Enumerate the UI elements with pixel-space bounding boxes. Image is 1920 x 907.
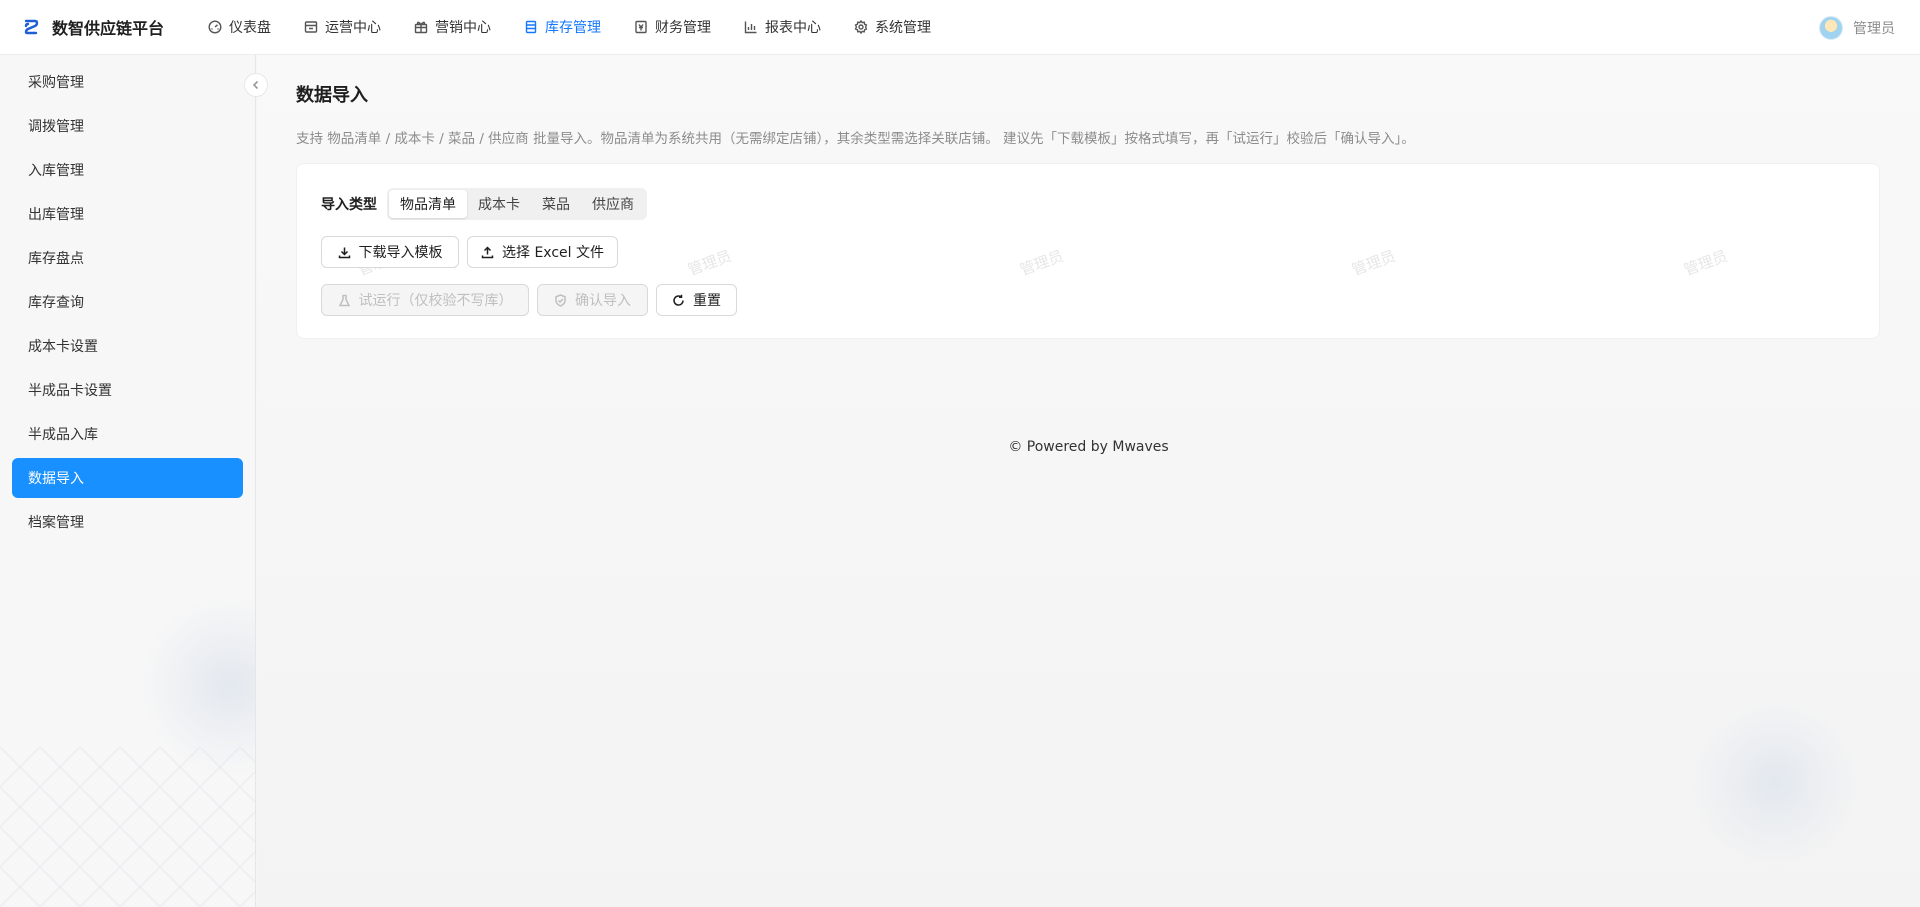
nav-item-label: 仪表盘 — [229, 20, 271, 36]
download-icon — [338, 247, 350, 258]
copyright-icon: © — [1008, 439, 1023, 455]
dry-run-label: 试运行（仅校验不写库） — [358, 293, 513, 309]
sidebar-item-semi-product-card[interactable]: 半成品卡设置 — [12, 370, 243, 410]
nav-item-label: 库存管理 — [545, 20, 601, 36]
flask-icon — [338, 294, 350, 306]
sidebar-decoration-pattern — [0, 747, 255, 907]
main-decoration-glow — [1690, 697, 1860, 867]
confirm-import-label: 确认导入 — [575, 293, 631, 309]
import-type-label: 导入类型 — [321, 197, 377, 213]
import-type-dish[interactable]: 菜品 — [531, 190, 581, 218]
sidebar-menu: 采购管理 调拨管理 入库管理 出库管理 库存盘点 库存查询 成本卡设置 半成品卡… — [0, 55, 255, 542]
nav-item-label: 系统管理 — [875, 20, 931, 36]
import-type-supplier[interactable]: 供应商 — [581, 190, 645, 218]
user-name: 管理员 — [1853, 20, 1895, 37]
confirm-import-button[interactable]: 确认导入 — [537, 284, 648, 316]
nav-item-label: 营销中心 — [435, 20, 491, 36]
store-icon — [304, 21, 318, 33]
finance-icon — [635, 20, 647, 34]
chevron-left-icon — [252, 80, 259, 90]
inventory-icon — [525, 20, 537, 34]
sidebar-item-stocktake[interactable]: 库存盘点 — [12, 238, 243, 278]
nav-item-inventory[interactable]: 库存管理 — [524, 0, 601, 55]
reload-icon — [673, 294, 684, 306]
brand[interactable]: 数智供应链平台 — [22, 15, 182, 39]
nav-item-label: 报表中心 — [765, 20, 821, 36]
sidebar-item-cost-card[interactable]: 成本卡设置 — [12, 326, 243, 366]
download-template-button[interactable]: 下载导入模板 — [321, 236, 459, 268]
nav-item-marketing[interactable]: 营销中心 — [414, 0, 491, 55]
gear-icon — [854, 20, 868, 34]
bar-chart-icon — [744, 21, 757, 34]
watermark: 管理员 — [1017, 246, 1066, 280]
sidebar-item-inbound[interactable]: 入库管理 — [12, 150, 243, 190]
upload-icon — [481, 245, 494, 258]
main-nav: 仪表盘 运营中心 营销中心 库存管理 财务管理 报表中心 系统管理 — [208, 0, 964, 55]
nav-item-finance[interactable]: 财务管理 — [634, 0, 711, 55]
sidebar-item-transfer[interactable]: 调拨管理 — [12, 106, 243, 146]
sidebar-item-semi-product-inbound[interactable]: 半成品入库 — [12, 414, 243, 454]
gift-icon — [414, 21, 428, 34]
watermark: 管理员 — [685, 246, 734, 280]
import-type-item-list[interactable]: 物品清单 — [389, 190, 467, 218]
nav-item-label: 运营中心 — [325, 20, 381, 36]
main-content: 数据导入 支持 物品清单 / 成本卡 / 菜品 / 供应商 批量导入。物品清单为… — [257, 55, 1920, 907]
nav-item-dashboard[interactable]: 仪表盘 — [208, 0, 271, 55]
select-excel-label: 选择 Excel 文件 — [502, 245, 604, 261]
watermark: 管理员 — [1681, 246, 1730, 280]
user-menu[interactable]: 管理员 — [1819, 0, 1895, 55]
shield-check-icon — [555, 293, 566, 307]
sidebar-collapse-button[interactable] — [244, 73, 268, 97]
reset-label: 重置 — [693, 293, 721, 309]
import-type-selector: 物品清单 成本卡 菜品 供应商 — [387, 188, 647, 220]
footer-text: Powered by Mwaves — [1026, 439, 1169, 455]
sidebar: 采购管理 调拨管理 入库管理 出库管理 库存盘点 库存查询 成本卡设置 半成品卡… — [0, 55, 256, 907]
sidebar-item-archive[interactable]: 档案管理 — [12, 502, 243, 542]
nav-item-system[interactable]: 系统管理 — [854, 0, 931, 55]
page-description: 支持 物品清单 / 成本卡 / 菜品 / 供应商 批量导入。物品清单为系统共用（… — [296, 131, 1415, 147]
brand-logo-icon — [24, 19, 39, 35]
dashboard-icon — [208, 20, 222, 34]
nav-item-reports[interactable]: 报表中心 — [744, 0, 821, 55]
import-type-row: 导入类型 物品清单 成本卡 菜品 供应商 — [321, 188, 647, 220]
dry-run-button[interactable]: 试运行（仅校验不写库） — [321, 284, 529, 316]
download-template-label: 下载导入模板 — [358, 245, 443, 261]
footer: © Powered by Mwaves — [257, 439, 1920, 455]
import-type-cost-card[interactable]: 成本卡 — [467, 190, 531, 218]
import-card: 管理员 管理员 管理员 管理员 管理员 导入类型 物品清单 成本卡 菜品 供应商… — [296, 163, 1880, 339]
select-excel-button[interactable]: 选择 Excel 文件 — [467, 236, 618, 268]
nav-item-operations[interactable]: 运营中心 — [304, 0, 381, 55]
sidebar-item-data-import[interactable]: 数据导入 — [12, 458, 243, 498]
nav-item-label: 财务管理 — [655, 20, 711, 36]
page-title: 数据导入 — [296, 85, 368, 106]
reset-button[interactable]: 重置 — [656, 284, 737, 316]
avatar — [1819, 15, 1843, 40]
watermark: 管理员 — [1349, 246, 1398, 280]
brand-title: 数智供应链平台 — [52, 19, 165, 38]
sidebar-item-outbound[interactable]: 出库管理 — [12, 194, 243, 234]
sidebar-item-stock-query[interactable]: 库存查询 — [12, 282, 243, 322]
sidebar-item-purchase[interactable]: 采购管理 — [12, 62, 243, 102]
top-navbar: 数智供应链平台 仪表盘 运营中心 营销中心 库存管理 财务管理 报表中心 系统管… — [0, 0, 1920, 55]
